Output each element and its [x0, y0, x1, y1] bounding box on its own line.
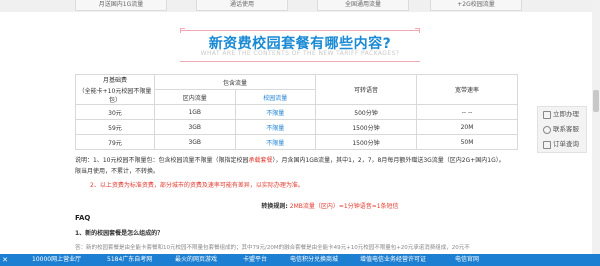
strip-cell: 通话使用 — [196, 0, 288, 11]
header-package: 包含流量 — [154, 74, 316, 90]
cell-campus: 不限量 — [234, 119, 316, 135]
header-speed: 宽带速率 — [416, 74, 518, 105]
cell-domestic: 3GB — [154, 119, 236, 135]
page-scrollbar[interactable] — [592, 0, 600, 266]
table-row: 59元 3GB 不限量 1500分钟 20M — [75, 119, 518, 135]
conversion-rule: 转换规则: 2MB流量（区内）=1分钟语音=1条短信 — [261, 203, 399, 210]
search-icon — [543, 141, 551, 149]
table-row: 30元 1GB 不限量 500分钟 -- -- — [75, 104, 518, 120]
table-row: 79元 3GB 不限量 1500分钟 50M — [75, 134, 518, 150]
bottom-link[interactable]: 10000网上营业厅 — [32, 254, 81, 266]
cell-speed: 50M — [416, 134, 518, 150]
bottom-link[interactable]: 5184广东自考网 — [107, 254, 152, 266]
strip-cell: +2G校园流量 — [430, 0, 522, 11]
cell-speed: -- -- — [416, 104, 518, 120]
package-note: 说明：1、10元校园不限量包：包含校园流量不限量（限指定校园承载套餐），月含国内… — [75, 157, 505, 175]
package-table: 月基础费 （全能卡+10元校园不限量包） 包含流量 可转语音 宽带速率 区内流量… — [75, 74, 518, 150]
order-query-button[interactable]: 订单查询 — [538, 137, 586, 152]
floating-action-panel: 立即办理 联系客服 订单查询 — [537, 106, 587, 153]
edit-icon — [543, 111, 551, 119]
cell-speed: 20M — [416, 119, 518, 135]
bottom-link[interactable]: 电信官网 — [455, 254, 479, 266]
cell-campus: 不限量 — [234, 134, 316, 150]
faq-question: 1、新的校园套餐是怎么组成的？ — [75, 230, 164, 237]
heading-top-rule — [180, 30, 420, 31]
bottom-link[interactable]: 最火的网页游戏 — [175, 254, 217, 266]
cell-voice: 1500分钟 — [315, 119, 417, 135]
section-subtitle: WHAT ARE THE CONTENTS OF THE NEW TARIFF … — [200, 50, 400, 57]
scrollbar-thumb[interactable] — [593, 90, 599, 112]
header-domestic: 区内流量 — [154, 89, 236, 105]
faq-answer: 答：新的校园套餐是由全能卡套餐和10元校园不限量包套餐组成的；其中79元/20M… — [75, 245, 470, 251]
cell-domestic: 3GB — [154, 134, 236, 150]
header-base-fee: 月基础费 （全能卡+10元校园不限量包） — [75, 74, 155, 105]
apply-now-button[interactable]: 立即办理 — [538, 107, 586, 122]
bottom-link[interactable]: 电信积分兑换商城 — [290, 254, 338, 266]
customer-service-icon — [543, 126, 551, 134]
faq-title: FAQ — [75, 214, 91, 222]
strip-cell: 月送国内1G流量 — [75, 0, 167, 11]
strip-cell: 全国通用流量 — [317, 0, 409, 11]
bottom-link[interactable]: 卡盟平台 — [243, 254, 267, 266]
header-voice: 可转语音 — [315, 74, 417, 105]
contact-service-button[interactable]: 联系客服 — [538, 122, 586, 137]
close-icon[interactable]: ✕ — [0, 254, 10, 266]
cell-domestic: 1GB — [154, 104, 236, 120]
heading-bottom-rule — [180, 61, 420, 62]
cell-campus: 不限量 — [234, 104, 316, 120]
cell-voice: 1500分钟 — [315, 134, 417, 150]
note-highlight: 承载套餐 — [248, 157, 273, 164]
tariff-disclaimer: 2、以上资费为标准资费，部分城市的资费及速率可能有差异，以实际办理为准。 — [90, 182, 304, 189]
bottom-link[interactable]: 增值电信业务经营许可证 — [360, 254, 426, 266]
header-campus: 校园流量 — [234, 89, 316, 105]
cell-fee: 30元 — [75, 104, 155, 120]
cell-fee: 59元 — [75, 119, 155, 135]
cell-fee: 79元 — [75, 134, 155, 150]
cell-voice: 500分钟 — [315, 104, 417, 120]
